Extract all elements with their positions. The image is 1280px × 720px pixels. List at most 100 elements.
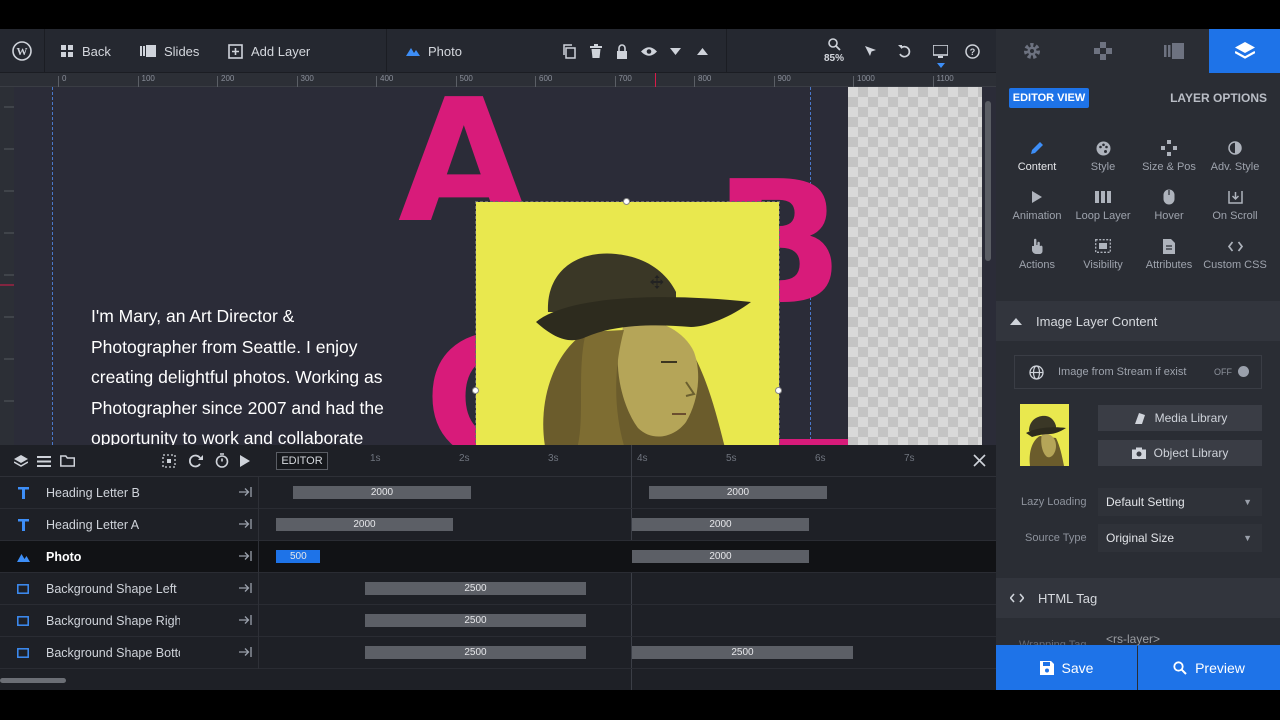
image-thumbnail[interactable]: [1020, 404, 1069, 466]
contrast-icon: [1228, 139, 1242, 157]
timeline-bar[interactable]: 2500: [632, 646, 853, 659]
slide-canvas[interactable]: A B C I'm Mary, an Art Director & Photog…: [14, 87, 996, 445]
tab-slide-options[interactable]: [1138, 29, 1209, 73]
editor-time-badge[interactable]: EDITOR: [276, 452, 328, 470]
list-icon[interactable]: [37, 456, 51, 467]
play-icon[interactable]: [240, 455, 250, 467]
duplicate-button[interactable]: [562, 29, 576, 73]
layer-end-icon[interactable]: [239, 646, 252, 660]
timeline-bar[interactable]: 2500: [365, 582, 586, 595]
layer-list-item[interactable]: Background Shape Left: [0, 573, 258, 605]
timeline-bar[interactable]: 2000: [276, 518, 453, 531]
ruler-tick: [376, 76, 377, 87]
preview-button[interactable]: Preview: [1138, 645, 1280, 690]
timeline-bar[interactable]: 500: [276, 550, 320, 563]
layer-list-item[interactable]: Background Shape Righ: [0, 605, 258, 637]
vertical-ruler: [0, 87, 14, 445]
timeline-bar[interactable]: 2000: [649, 486, 827, 499]
tab-layer-options[interactable]: [1209, 29, 1280, 73]
slides-button[interactable]: Slides: [140, 29, 199, 73]
layer-option-animation[interactable]: Animation: [1004, 188, 1070, 233]
resize-handle[interactable]: [775, 387, 782, 394]
timeline-bar[interactable]: 2000: [632, 518, 809, 531]
slides-label: Slides: [164, 43, 200, 59]
media-library-button[interactable]: Media Library: [1098, 405, 1262, 431]
zoom-control[interactable]: 85%: [824, 29, 844, 73]
layer-end-icon[interactable]: [239, 550, 252, 564]
object-library-button[interactable]: Object Library: [1098, 440, 1262, 466]
move-down-button[interactable]: [670, 29, 681, 73]
resize-handle[interactable]: [623, 198, 630, 205]
photo-layer[interactable]: [475, 201, 780, 445]
layer-option-content[interactable]: Content: [1004, 139, 1070, 184]
image-stream-toggle[interactable]: OFF: [1214, 366, 1249, 377]
ruler-tick-label: 700: [618, 74, 632, 83]
tab-module-settings[interactable]: [996, 29, 1067, 73]
ruler-tick-label: 1100: [936, 74, 954, 83]
lock-button[interactable]: [616, 29, 628, 73]
add-layer-button[interactable]: Add Layer: [228, 29, 310, 73]
stopwatch-icon[interactable]: [215, 453, 229, 468]
layer-option-adv-style[interactable]: Adv. Style: [1202, 139, 1268, 184]
layer-option-size-pos[interactable]: Size & Pos: [1136, 139, 1202, 184]
lazy-loading-select[interactable]: Default Setting ▼: [1098, 488, 1262, 516]
gamepad-icon: [1093, 41, 1113, 61]
wordpress-button[interactable]: W: [12, 29, 32, 73]
delete-button[interactable]: [590, 29, 602, 73]
layer-end-icon[interactable]: [239, 518, 252, 532]
folder-icon[interactable]: [60, 455, 75, 467]
wrapping-tag-select[interactable]: <rs-layer>: [1098, 632, 1262, 646]
pencil-icon: [1030, 139, 1044, 157]
layer-end-icon[interactable]: [239, 486, 252, 500]
layer-list-item[interactable]: Heading Letter B: [0, 477, 258, 509]
current-layer-label: Photo: [428, 43, 462, 59]
help-button[interactable]: ?: [965, 29, 980, 73]
redo-icon[interactable]: [188, 454, 203, 468]
layer-option-style[interactable]: Style: [1070, 139, 1136, 184]
body-text[interactable]: I'm Mary, an Art Director & Photographer…: [91, 301, 421, 445]
layer-end-icon[interactable]: [239, 582, 252, 596]
grid-select-icon[interactable]: [162, 454, 176, 468]
save-button[interactable]: Save: [996, 645, 1137, 690]
resize-handle[interactable]: [472, 387, 479, 394]
layer-option-loop-layer[interactable]: Loop Layer: [1070, 188, 1136, 233]
timeline-scrollbar[interactable]: [0, 678, 66, 683]
device-desktop-button[interactable]: [933, 29, 948, 73]
timeline-header: EDITOR 1s 2s 3s 4s 5s 6s 7s: [0, 445, 996, 477]
layer-option-on-scroll[interactable]: On Scroll: [1202, 188, 1268, 233]
lazy-loading-value: Default Setting: [1106, 495, 1185, 509]
image-layer-content-header[interactable]: Image Layer Content: [996, 301, 1280, 341]
layer-end-icon[interactable]: [239, 614, 252, 628]
time-ruler[interactable]: 1s 2s 3s 4s 5s 6s 7s: [330, 445, 970, 477]
move-up-button[interactable]: [697, 29, 708, 73]
back-button[interactable]: Back: [60, 29, 111, 73]
layer-list-item[interactable]: Heading Letter A: [0, 509, 258, 541]
source-type-select[interactable]: Original Size ▼: [1098, 524, 1262, 552]
layers-icon[interactable]: [14, 455, 28, 468]
close-icon[interactable]: [973, 454, 986, 467]
ruler-position-marker: [655, 73, 656, 87]
layer-option-actions[interactable]: Actions: [1004, 237, 1070, 282]
layer-option-visibility[interactable]: Visibility: [1070, 237, 1136, 282]
html-tag-header[interactable]: HTML Tag: [996, 578, 1280, 618]
editor-view-badge[interactable]: EDITOR VIEW: [1009, 88, 1089, 108]
ruler-tick: [58, 76, 59, 87]
current-layer-indicator[interactable]: Photo: [406, 29, 462, 73]
layer-list-item[interactable]: Background Shape Botto: [0, 637, 258, 669]
body-text-line: Photographer since 2007 and had the: [91, 397, 384, 418]
timeline-bar[interactable]: 2500: [365, 614, 586, 627]
select-tool-button[interactable]: [864, 29, 877, 73]
tab-navigation[interactable]: [1067, 29, 1138, 73]
canvas-scrollbar[interactable]: [985, 101, 991, 261]
timeline-bar[interactable]: 2000: [632, 550, 809, 563]
visibility-icon: [1095, 237, 1111, 255]
layer-option-hover[interactable]: Hover: [1136, 188, 1202, 233]
timeline-bar[interactable]: 2000: [293, 486, 471, 499]
undo-button[interactable]: [898, 29, 911, 73]
layer-list-item[interactable]: Photo: [0, 541, 258, 573]
wordpress-icon: W: [12, 41, 32, 61]
timeline-bar[interactable]: 2500: [365, 646, 586, 659]
layer-option-attributes[interactable]: Attributes: [1136, 237, 1202, 282]
layer-option-custom-css[interactable]: Custom CSS: [1202, 237, 1268, 282]
visibility-button[interactable]: [641, 29, 657, 73]
